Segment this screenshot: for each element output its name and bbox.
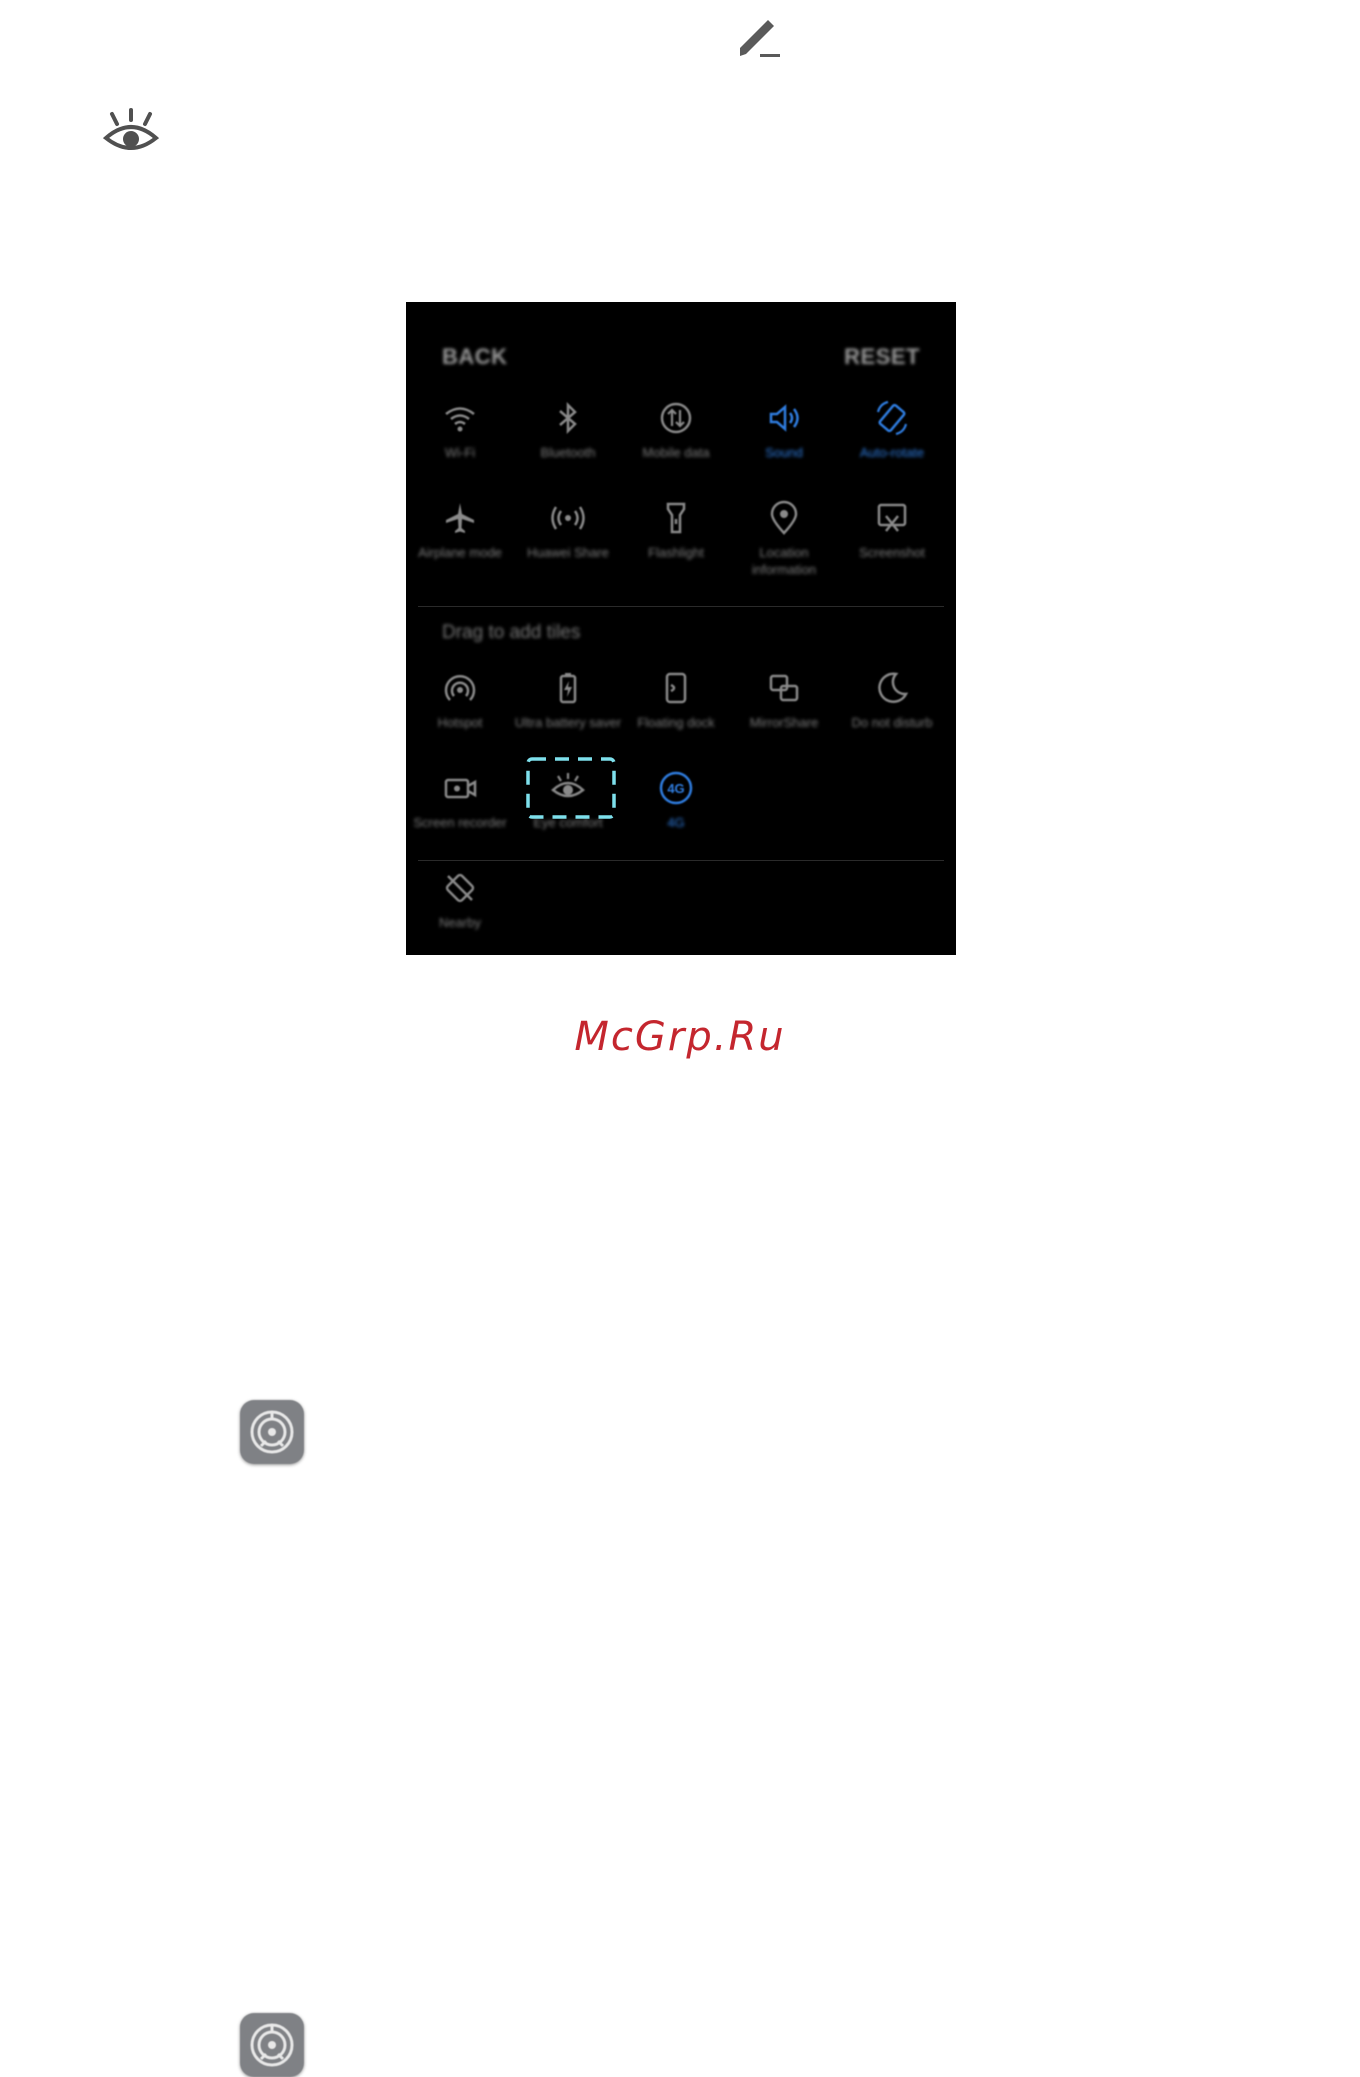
tile-label: Mobile data (642, 445, 710, 460)
sound-icon (769, 404, 799, 432)
edit-icon (740, 20, 780, 57)
settings-icon (240, 1400, 304, 1464)
svg-text:4G: 4G (667, 781, 684, 796)
nearby-icon (445, 873, 475, 903)
tile-label: Auto-rotate (859, 445, 925, 460)
tile-screen-recorder[interactable]: Screen recorder (406, 768, 514, 831)
moon-icon (878, 672, 909, 704)
floating-dock-icon (665, 672, 687, 704)
tile-label: Wi-Fi (444, 445, 476, 460)
flashlight-icon (666, 502, 686, 534)
tile-label: Airplane mode (418, 545, 502, 560)
tile-label: Hotspot (437, 715, 483, 730)
tile-label: Nearby (439, 915, 481, 930)
settings-icon (240, 2013, 304, 2077)
tile-floating-dock[interactable]: Floating dock (622, 668, 730, 731)
phone-screenshot: BACK RESET Wi-Fi Bluetooth Mobile data S (406, 302, 956, 955)
tile-bluetooth[interactable]: Bluetooth (514, 398, 622, 461)
tile-huawei-share[interactable]: Huawei Share (514, 498, 622, 561)
tile-auto-rotate[interactable]: Auto-rotate (838, 398, 946, 461)
hotspot-icon (444, 674, 476, 701)
eye-icon (102, 108, 160, 150)
tile-nearby[interactable]: Nearby (406, 868, 514, 931)
bluetooth-icon (559, 401, 577, 435)
airplane-icon (446, 503, 474, 533)
auto-rotate-icon (876, 400, 908, 436)
tile-label: Location information (751, 545, 817, 577)
mirrorshare-icon (769, 674, 799, 702)
tile-flashlight[interactable]: Flashlight (622, 498, 730, 561)
tile-label: MirrorShare (749, 715, 819, 730)
tile-location[interactable]: Location information (730, 498, 838, 578)
reset-button[interactable]: RESET (844, 344, 920, 370)
screen-recorder-icon (444, 778, 477, 799)
wifi-icon (445, 407, 475, 432)
tile-mirrorshare[interactable]: MirrorShare (730, 668, 838, 731)
4g-icon: 4G (659, 771, 693, 805)
tile-screenshot[interactable]: Screenshot (838, 498, 946, 561)
tile-battery[interactable]: Ultra battery saver (514, 668, 622, 731)
tile-label: 4G (667, 815, 685, 830)
tile-label: Do not disturb (851, 715, 933, 730)
divider (418, 860, 944, 861)
tile-label: Ultra battery saver (514, 715, 622, 730)
tile-wifi[interactable]: Wi-Fi (406, 398, 514, 461)
tile-label: Screenshot (859, 545, 925, 560)
huawei-share-icon (551, 506, 585, 530)
tile-label: Sound (765, 445, 803, 460)
drag-to-add-label: Drag to add tiles (442, 622, 581, 643)
tile-4g[interactable]: 4G 4G (622, 768, 730, 831)
tile-label: Flashlight (648, 545, 704, 560)
tile-label: Floating dock (637, 715, 715, 730)
highlight-dashed-box (526, 757, 616, 819)
tile-airplane[interactable]: Airplane mode (406, 498, 514, 561)
tile-hotspot[interactable]: Hotspot (406, 668, 514, 731)
tile-label: Screen recorder (413, 815, 507, 830)
tile-sound[interactable]: Sound (730, 398, 838, 461)
back-button[interactable]: BACK (442, 344, 508, 370)
tile-label: Bluetooth (540, 445, 596, 460)
battery-icon (559, 673, 577, 704)
screenshot-icon (877, 503, 907, 532)
tile-label: Huawei Share (527, 545, 609, 560)
mobile-data-icon (660, 402, 692, 434)
tile-mobile-data[interactable]: Mobile data (622, 398, 730, 461)
watermark: McGrp.Ru (574, 1014, 786, 1060)
location-icon (770, 500, 798, 535)
tile-do-not-disturb[interactable]: Do not disturb (838, 668, 946, 731)
divider (418, 606, 944, 607)
